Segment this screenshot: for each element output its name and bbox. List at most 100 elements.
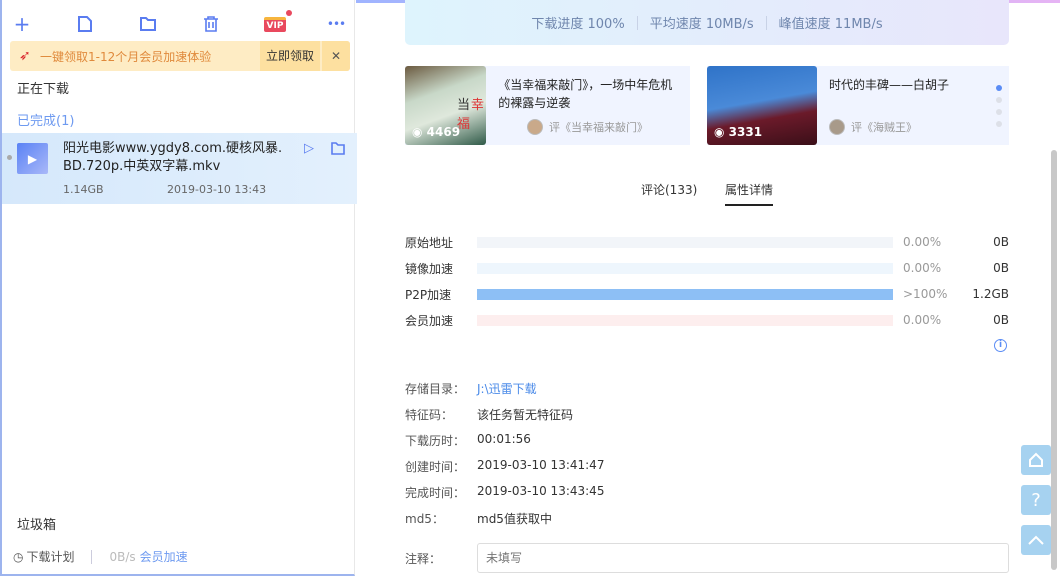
field-label: md5： (405, 512, 444, 526)
progress-stat: 下载进度 100% (531, 17, 625, 32)
vip-promo-banner: ➶ 一键领取1-12个月会员加速体验 立即领取 ✕ (10, 41, 350, 71)
open-folder-button[interactable] (136, 12, 160, 36)
task-list-pane: + VIP ••• ➶ 一键领取1-12个月会员加速体验 立即领取 ✕ 正在下载… (0, 0, 357, 576)
divider (90, 549, 92, 564)
home-icon (1029, 452, 1043, 467)
field-label: 完成时间： (405, 486, 466, 500)
tab-comments[interactable]: 评论(133) (641, 181, 697, 198)
clock-icon: ◷ (13, 549, 24, 564)
source-size: 0B (993, 313, 1009, 327)
task-name: 阳光电影www.ygdy8.com.硬核风暴.BD.720p.中英双字幕.mkv (63, 141, 283, 174)
view-count: ◉ 4469 (412, 125, 461, 139)
help-icon: ? (1031, 489, 1041, 511)
carousel-dot[interactable] (996, 97, 1002, 103)
carousel-dot[interactable] (996, 121, 1002, 127)
card-review-tag: 评《海贼王》 (829, 119, 917, 135)
source-size: 0B (993, 235, 1009, 249)
note-input[interactable] (477, 543, 1009, 573)
section-downloading[interactable]: 正在下载 (17, 78, 69, 97)
vip-accelerate-link[interactable]: 会员加速 (140, 548, 188, 565)
field-label: 注释： (405, 551, 442, 566)
field-value: 00:01:56 (477, 432, 531, 446)
field-value: 该任务暂无特征码 (477, 408, 574, 422)
delete-button[interactable] (199, 12, 223, 36)
download-stats: 下载进度 100% 平均速度 10MB/s 峰值速度 11MB/s (405, 0, 1009, 45)
source-label: P2P加速 (405, 287, 452, 302)
property-field: 创建时间： 2019-03-10 13:41:47 (405, 458, 604, 475)
source-label: 原始地址 (405, 235, 454, 250)
source-bar (477, 314, 893, 326)
new-file-button[interactable] (73, 12, 97, 36)
file-icon (78, 16, 92, 32)
status-dot (7, 155, 12, 160)
more-button[interactable]: ••• (324, 12, 348, 36)
play-button[interactable]: ▷ (304, 141, 314, 156)
section-completed[interactable]: 已完成(1) (17, 110, 74, 129)
trash-icon (204, 16, 218, 32)
property-field: 完成时间： 2019-03-10 13:43:45 (405, 484, 604, 501)
property-field: md5： md5值获取中 (405, 510, 552, 527)
info-icon[interactable]: i (994, 339, 1007, 352)
close-banner-button[interactable]: ✕ (322, 41, 350, 71)
plus-icon: + (13, 12, 31, 36)
carousel-dot-active[interactable] (996, 85, 1002, 91)
task-item[interactable]: ▶ 阳光电影www.ygdy8.com.硬核风暴.BD.720p.中英双字幕.m… (2, 133, 357, 204)
source-percent: 0.00% (903, 235, 942, 249)
status-bar: ◷ 下载计划 0B/s 会员加速 (13, 548, 188, 565)
source-row: 原始地址 0.00% 0B (405, 235, 1009, 250)
tab-details[interactable]: 属性详情 (725, 181, 774, 206)
source-bar (477, 288, 893, 300)
recommend-card[interactable]: ◉ 3331 时代的丰碑——白胡子 评《海贼王》 (707, 66, 1009, 145)
download-schedule-link[interactable]: 下载计划 (26, 548, 74, 565)
source-percent: 0.00% (903, 313, 942, 327)
source-percent: >100% (903, 287, 948, 301)
avatar (527, 119, 543, 135)
property-field: 特征码： 该任务暂无特征码 (405, 406, 573, 423)
poster-text: 当幸福 (457, 98, 486, 132)
note-field: 注释： (405, 543, 1009, 573)
new-task-button[interactable]: + (10, 12, 34, 36)
chevron-up-icon (1028, 535, 1044, 545)
current-speed: 0B/s (109, 549, 136, 564)
task-detail-pane: 下载进度 100% 平均速度 10MB/s 峰值速度 11MB/s 当幸福 ◉ … (356, 0, 1060, 576)
recommend-card[interactable]: 当幸福 ◉ 4469 《当幸福来敲门》，一场中年危机的裸露与逆袭 评《当幸福来敲… (405, 66, 690, 145)
video-file-icon: ▶ (17, 143, 48, 174)
notification-dot (286, 10, 292, 16)
source-size: 0B (993, 261, 1009, 275)
promo-text[interactable]: 一键领取1-12个月会员加速体验 (10, 48, 260, 65)
thunder-bird-icon: ➶ (19, 48, 31, 64)
source-size: 1.2GB (972, 287, 1009, 301)
source-label: 镜像加速 (405, 261, 454, 276)
source-row: 会员加速 0.00% 0B (405, 313, 1009, 328)
source-row: P2P加速 >100% 1.2GB (405, 287, 1009, 302)
field-value: 2019-03-10 13:41:47 (477, 458, 605, 472)
avatar (829, 119, 845, 135)
card-thumbnail: 当幸福 ◉ 4469 (405, 66, 487, 145)
open-folder-icon[interactable] (331, 142, 345, 155)
task-size: 1.14GB (63, 183, 104, 196)
property-field: 下载历时： 00:01:56 (405, 432, 531, 449)
field-label: 下载历时： (405, 434, 466, 448)
back-to-top-button[interactable] (1021, 525, 1051, 555)
source-label: 会员加速 (405, 313, 454, 328)
carousel-dot[interactable] (996, 109, 1002, 115)
source-bar (477, 262, 893, 274)
vip-button[interactable]: VIP (260, 10, 292, 36)
view-count: ◉ 3331 (714, 125, 763, 139)
field-label: 创建时间： (405, 460, 466, 474)
section-trash[interactable]: 垃圾箱 (17, 514, 56, 533)
scrollbar[interactable] (1051, 150, 1057, 570)
peak-speed-stat: 峰值速度 11MB/s (778, 17, 883, 32)
help-button[interactable]: ? (1021, 485, 1051, 515)
field-label: 特征码： (405, 408, 454, 422)
claim-button[interactable]: 立即领取 (259, 41, 320, 71)
field-value[interactable]: J:\迅雷下载 (477, 380, 537, 397)
home-button[interactable] (1021, 445, 1051, 475)
card-thumbnail: ◉ 3331 (707, 66, 817, 145)
field-value: md5值获取中 (477, 512, 552, 526)
more-icon: ••• (326, 17, 346, 31)
source-bar (477, 236, 893, 248)
task-time: 2019-03-10 13:43 (167, 183, 267, 196)
card-review-tag: 评《当幸福来敲门》 (527, 119, 648, 135)
avg-speed-stat: 平均速度 10MB/s (649, 17, 754, 32)
